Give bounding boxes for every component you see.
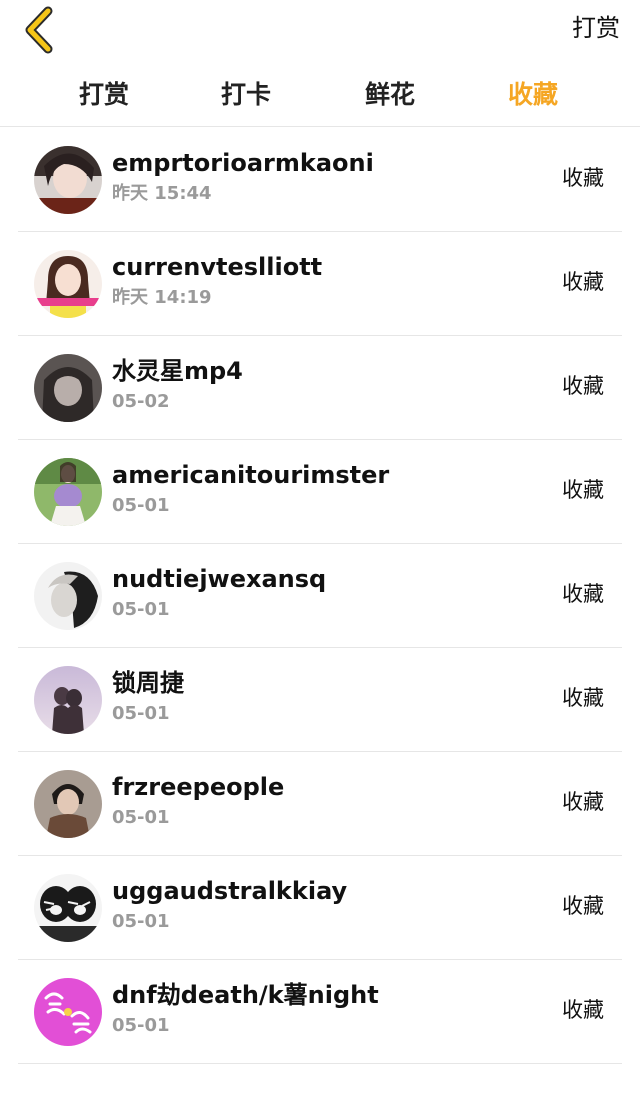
record-time: 05-01 [112, 599, 170, 620]
record-status: 收藏 [562, 790, 604, 814]
tab-reward[interactable]: 打赏 [32, 78, 176, 112]
user-name: uggaudstralkkiay [112, 877, 348, 905]
user-name: 锁周捷 [112, 669, 184, 697]
list-item[interactable]: dnf劫death/k薯night 05-01 收藏 [18, 960, 622, 1064]
tab-bar: 打赏 打卡 鲜花 收藏 [0, 68, 640, 127]
user-name: americanitourimster [112, 461, 390, 489]
list-item[interactable]: frzreepeople 05-01 收藏 [18, 752, 622, 856]
list-item[interactable]: emprtorioarmkaoni 昨天 15:44 收藏 [18, 128, 622, 232]
record-status: 收藏 [562, 894, 604, 918]
avatar [34, 146, 102, 214]
user-name: currenvteslliott [112, 253, 323, 281]
user-name: frzreepeople [112, 773, 285, 801]
record-time: 05-01 [112, 911, 170, 932]
user-name: emprtorioarmkaoni [112, 149, 374, 177]
user-name: nudtiejwexansq [112, 565, 327, 593]
avatar [34, 458, 102, 526]
record-status: 收藏 [562, 374, 604, 398]
record-time: 05-01 [112, 1015, 170, 1036]
record-status: 收藏 [562, 478, 604, 502]
list-item[interactable]: uggaudstralkkiay 05-01 收藏 [18, 856, 622, 960]
record-status: 收藏 [562, 998, 604, 1022]
list-item[interactable]: 锁周捷 05-01 收藏 [18, 648, 622, 752]
record-status: 收藏 [562, 582, 604, 606]
record-time: 昨天 14:19 [112, 287, 212, 308]
avatar [34, 770, 102, 838]
avatar [34, 874, 102, 942]
record-time: 昨天 15:44 [112, 183, 212, 204]
avatar [34, 562, 102, 630]
tab-checkin[interactable]: 打卡 [174, 78, 318, 112]
avatar [34, 250, 102, 318]
avatar [34, 354, 102, 422]
tab-flowers[interactable]: 鲜花 [318, 78, 462, 112]
list-item[interactable]: nudtiejwexansq 05-01 收藏 [18, 544, 622, 648]
list-item[interactable]: americanitourimster 05-01 收藏 [18, 440, 622, 544]
record-time: 05-01 [112, 495, 170, 516]
reward-nav-button[interactable]: 打赏 [572, 12, 620, 44]
record-time: 05-01 [112, 807, 170, 828]
avatar [34, 666, 102, 734]
record-status: 收藏 [562, 166, 604, 190]
user-name: 水灵星mp4 [112, 357, 243, 385]
nav-bar: 打赏 [0, 0, 640, 62]
record-status: 收藏 [562, 270, 604, 294]
list-item[interactable]: 水灵星mp4 05-02 收藏 [18, 336, 622, 440]
list-item[interactable]: currenvteslliott 昨天 14:19 收藏 [18, 232, 622, 336]
record-status: 收藏 [562, 686, 604, 710]
avatar [34, 978, 102, 1046]
record-time: 05-01 [112, 703, 170, 724]
chevron-left-icon [25, 6, 53, 54]
back-button[interactable] [18, 6, 62, 54]
tab-favorites[interactable]: 收藏 [461, 78, 605, 112]
user-name: dnf劫death/k薯night [112, 981, 379, 1009]
record-time: 05-02 [112, 391, 170, 412]
favorites-list: emprtorioarmkaoni 昨天 15:44 收藏 currenvtes… [0, 128, 640, 1064]
